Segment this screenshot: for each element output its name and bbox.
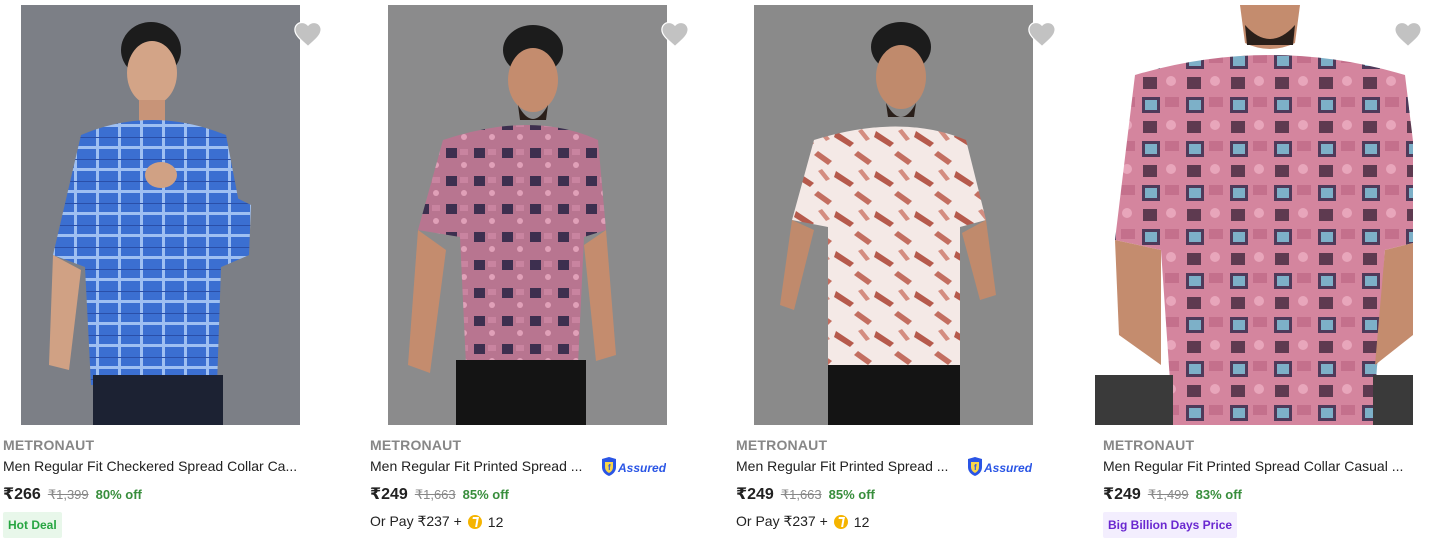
product-title-link[interactable]: Men Regular Fit Printed Spread ...: [370, 458, 582, 474]
price-row: ₹249 ₹1,663 85% off: [370, 484, 509, 504]
product-title-link[interactable]: Men Regular Fit Printed Spread ...: [736, 458, 948, 474]
pay-with-coins-label: Or Pay ₹237 +: [736, 513, 828, 529]
selling-price: ₹249: [1103, 486, 1141, 503]
selling-price: ₹266: [3, 486, 41, 503]
wishlist-heart-icon[interactable]: [1027, 20, 1057, 48]
original-price: ₹1,499: [1147, 487, 1189, 502]
assured-label: Assured: [617, 461, 666, 475]
wishlist-heart-icon[interactable]: [293, 20, 323, 48]
product-title-link[interactable]: Men Regular Fit Checkered Spread Collar …: [3, 458, 297, 474]
pay-with-coins-label: Or Pay ₹237 +: [370, 513, 462, 529]
svg-text:f: f: [608, 463, 611, 472]
supercoin-offer: Or Pay ₹237 + 12: [736, 513, 869, 530]
selling-price: ₹249: [370, 486, 408, 503]
product-card[interactable]: METRONAUT Men Regular Fit Printed Spread…: [1095, 0, 1445, 546]
original-price: ₹1,399: [47, 487, 89, 502]
shirt-model-image: [21, 5, 300, 425]
product-image[interactable]: [388, 5, 667, 425]
supercoin-icon: [833, 514, 848, 529]
original-price: ₹1,663: [414, 487, 456, 502]
product-image[interactable]: [754, 5, 1033, 425]
shirt-model-image: [754, 5, 1033, 425]
supercoin-offer: Or Pay ₹237 + 12: [370, 513, 503, 530]
price-row: ₹249 ₹1,499 83% off: [1103, 484, 1242, 504]
price-row: ₹266 ₹1,399 80% off: [3, 484, 142, 504]
discount-percent: 80% off: [95, 487, 142, 502]
supercoin-icon: [467, 514, 482, 529]
product-image[interactable]: [1095, 5, 1413, 425]
hot-deal-badge: Hot Deal: [3, 512, 62, 538]
wishlist-heart-icon[interactable]: [660, 20, 690, 48]
brand-name: METRONAUT: [736, 437, 828, 453]
product-grid: METRONAUT Men Regular Fit Checkered Spre…: [0, 0, 1445, 546]
shirt-model-image: [388, 5, 667, 425]
coin-count: 12: [853, 513, 870, 530]
discount-percent: 85% off: [828, 487, 875, 502]
selling-price: ₹249: [736, 486, 774, 503]
big-billion-days-badge: Big Billion Days Price: [1103, 512, 1238, 538]
svg-text:f: f: [974, 463, 977, 472]
shirt-model-image: [1095, 5, 1413, 425]
product-card[interactable]: METRONAUT Men Regular Fit Printed Spread…: [367, 0, 729, 546]
brand-name: METRONAUT: [1103, 437, 1195, 453]
flipkart-assured-icon: f Assured: [968, 457, 1032, 476]
flipkart-assured-icon: f Assured: [602, 457, 666, 476]
brand-name: METRONAUT: [3, 437, 95, 453]
product-title-link[interactable]: Men Regular Fit Printed Spread Collar Ca…: [1103, 458, 1403, 474]
price-row: ₹249 ₹1,663 85% off: [736, 484, 875, 504]
product-card[interactable]: METRONAUT Men Regular Fit Printed Spread…: [733, 0, 1095, 546]
product-card[interactable]: METRONAUT Men Regular Fit Checkered Spre…: [0, 0, 362, 546]
brand-name: METRONAUT: [370, 437, 462, 453]
original-price: ₹1,663: [780, 487, 822, 502]
assured-label: Assured: [983, 461, 1032, 475]
coin-count: 12: [487, 513, 504, 530]
discount-percent: 85% off: [462, 487, 509, 502]
discount-percent: 83% off: [1195, 487, 1242, 502]
product-image[interactable]: [21, 5, 300, 425]
wishlist-heart-icon[interactable]: [1393, 20, 1423, 48]
